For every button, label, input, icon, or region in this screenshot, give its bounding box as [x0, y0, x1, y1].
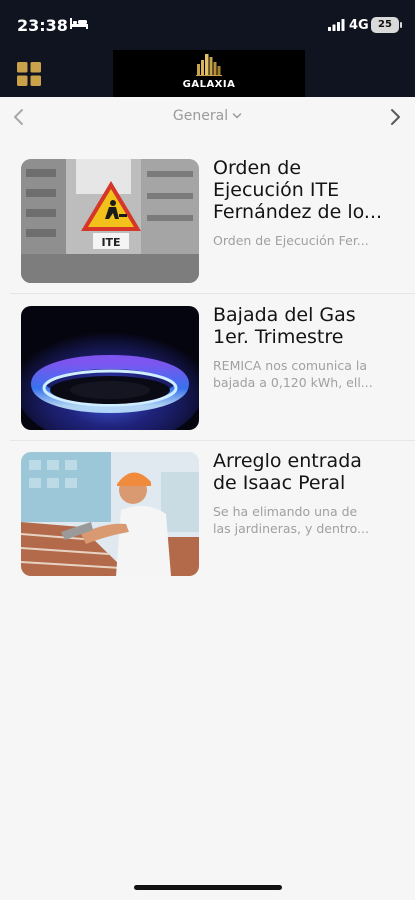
construction-warning-sign-photo: ITE: [21, 159, 199, 283]
divider: [10, 440, 415, 441]
chevron-right-icon[interactable]: [388, 108, 402, 126]
status-time: 23:38: [17, 16, 68, 35]
news-snippet: REMICA nos comunica la bajada a 0,120 kW…: [213, 357, 401, 391]
news-item-ite[interactable]: ITE Orden de Ejecución ITE Fernández de …: [0, 157, 415, 305]
divider: [10, 293, 415, 294]
snippet-line: bajada a 0,120 kWh, ell...: [213, 375, 373, 390]
category-label: General: [172, 108, 229, 124]
logo-text: GALAXIA: [182, 79, 236, 90]
building-skyline-icon: [196, 54, 222, 76]
gas-burner-flame-photo: [21, 306, 199, 430]
title-line: Bajada del Gas: [213, 304, 356, 326]
title-line: 1er. Trimestre: [213, 326, 344, 348]
title-line: Arreglo entrada: [213, 450, 362, 472]
news-snippet: Orden de Ejecución Fer...: [213, 232, 401, 249]
snippet-line: Orden de Ejecución Fer...: [213, 233, 369, 248]
title-line: Orden de: [213, 157, 302, 179]
snippet-line: las jardineras, y dentro...: [213, 521, 369, 536]
battery-icon: 25: [371, 17, 402, 33]
title-line: Fernández de lo...: [213, 201, 383, 223]
home-indicator[interactable]: [134, 885, 282, 890]
galaxia-logo: GALAXIA: [113, 50, 305, 97]
news-title: Bajada del Gas 1er. Trimestre: [213, 304, 403, 348]
title-line: Ejecución ITE: [213, 179, 340, 201]
signal-icon: [328, 19, 345, 31]
category-bar: General: [0, 97, 415, 137]
app-header: 23:38 4G 25 GALAXIA: [0, 0, 415, 97]
snippet-line: REMICA nos comunica la: [213, 358, 368, 373]
ite-caption: ITE: [101, 236, 120, 249]
news-item-isaac-peral[interactable]: Arreglo entrada de Isaac Peral Se ha eli…: [0, 450, 415, 598]
news-title: Orden de Ejecución ITE Fernández de lo..…: [213, 157, 403, 223]
snippet-line: Se ha elimando una de: [213, 504, 358, 519]
grid-menu-icon[interactable]: [17, 62, 41, 86]
news-snippet: Se ha elimando una de las jardineras, y …: [213, 503, 401, 537]
news-title: Arreglo entrada de Isaac Peral: [213, 450, 403, 494]
chevron-down-icon: [232, 113, 242, 119]
network-type: 4G: [349, 18, 369, 33]
bed-icon: [70, 18, 88, 29]
news-item-gas[interactable]: Bajada del Gas 1er. Trimestre REMICA nos…: [0, 304, 415, 452]
category-dropdown[interactable]: General: [0, 108, 415, 124]
title-line: de Isaac Peral: [213, 472, 346, 494]
bricklayer-worker-photo: [21, 452, 199, 576]
